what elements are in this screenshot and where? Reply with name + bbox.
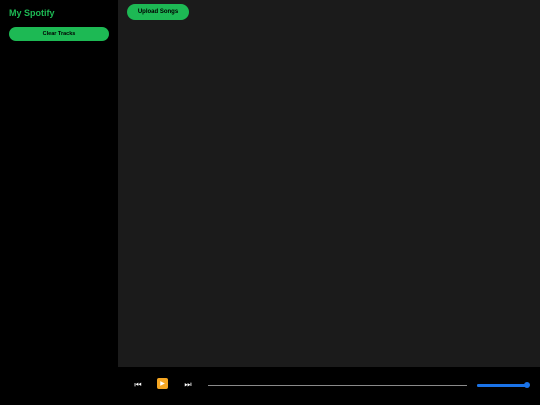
clear-tracks-button[interactable]: Clear Tracks xyxy=(9,27,109,41)
previous-track-icon[interactable]: ⏮ xyxy=(132,379,144,391)
app-title: My Spotify xyxy=(9,8,55,18)
play-icon[interactable]: ▶ xyxy=(157,378,168,389)
volume-slider[interactable] xyxy=(477,382,530,388)
volume-thumb[interactable] xyxy=(524,382,530,388)
sidebar: My Spotify Clear Tracks xyxy=(0,0,118,367)
main-content: Upload Songs xyxy=(118,0,540,367)
progress-slider[interactable] xyxy=(208,385,467,386)
upload-songs-button[interactable]: Upload Songs xyxy=(127,4,189,20)
player-bar: ⏮ ▶ ⏭ xyxy=(0,367,540,405)
next-track-icon[interactable]: ⏭ xyxy=(182,379,194,391)
volume-fill xyxy=(477,384,527,387)
app-window: My Spotify Clear Tracks Upload Songs ⏮ ▶… xyxy=(0,0,540,405)
